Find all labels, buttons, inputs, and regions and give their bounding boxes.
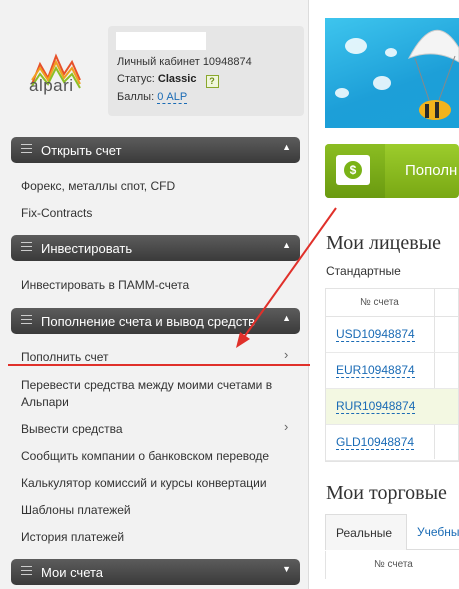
section-funding[interactable]: Пополнение счета и вывод средств ▲ — [11, 308, 300, 334]
main-content: $ Пополн Мои лицевые Стандартные № счета… — [309, 0, 459, 589]
chevron-right-icon[interactable]: › — [284, 347, 288, 362]
section-title: Пополнение счета и вывод средств — [41, 314, 256, 329]
menu-icon — [21, 315, 32, 326]
menu-item-pamm[interactable]: Инвестировать в ПАММ-счета — [21, 277, 189, 293]
account-tabs: Реальные Учебны — [325, 514, 459, 550]
tab-demo[interactable]: Учебны — [407, 514, 459, 550]
deposit-button[interactable]: $ Пополн — [325, 144, 459, 198]
accounts-table: № счета USD10948874 EUR10948874 RUR10948… — [325, 288, 459, 462]
trading-accounts-title: Мои торговые — [326, 482, 447, 504]
user-name-box — [116, 32, 206, 50]
help-icon[interactable]: ? — [205, 75, 219, 88]
section-my-accounts[interactable]: Мои счета ▼ — [11, 559, 300, 585]
dollar-icon: $ — [344, 161, 362, 179]
menu-item-transfer[interactable]: Перевести средства между моими счетами в — [21, 377, 272, 393]
menu-item-deposit[interactable]: Пополнить счет — [21, 349, 109, 365]
collapse-up-icon[interactable]: ▲ — [282, 240, 291, 250]
collapse-up-icon[interactable]: ▲ — [282, 313, 291, 323]
menu-item-templates[interactable]: Шаблоны платежей — [21, 502, 131, 518]
menu-icon — [21, 242, 32, 253]
table-row: RUR10948874 — [326, 389, 458, 425]
account-number-header: № счета — [360, 297, 399, 308]
menu-item-history[interactable]: История платежей — [21, 529, 124, 545]
standard-label: Стандартные — [326, 264, 401, 278]
table-row: EUR10948874 — [326, 353, 458, 389]
menu-icon — [21, 566, 32, 577]
account-number: Личный кабинет 10948874 — [117, 56, 252, 68]
table-header: № счета — [326, 289, 458, 317]
account-link-eur[interactable]: EUR10948874 — [336, 364, 415, 378]
section-title: Открыть счет — [41, 143, 122, 158]
personal-accounts-title: Мои лицевые — [326, 232, 442, 254]
expand-down-icon[interactable]: ▼ — [282, 564, 291, 574]
table-row: USD10948874 — [326, 317, 458, 353]
section-title: Инвестировать — [41, 241, 133, 256]
promo-banner[interactable] — [325, 18, 459, 128]
sidebar: alpari Личный кабинет 10948874 Статус: C… — [0, 0, 309, 589]
annotation-underline — [8, 364, 310, 366]
status-line: Статус: Classic ? — [117, 73, 219, 88]
parachute-bee-icon — [407, 29, 459, 120]
status-value: Classic — [157, 73, 197, 85]
section-open-account[interactable]: Открыть счет ▲ — [11, 137, 300, 163]
chevron-right-icon[interactable]: › — [284, 419, 288, 434]
account-link-gld[interactable]: GLD10948874 — [336, 436, 415, 450]
account-link-usd[interactable]: USD10948874 — [336, 328, 415, 342]
menu-item-calculator[interactable]: Калькулятор комиссий и курсы конвертации — [21, 475, 267, 491]
profile-card: Личный кабинет 10948874 Статус: Classic … — [108, 26, 304, 116]
section-title: Мои счета — [41, 565, 104, 580]
menu-item-bank-transfer[interactable]: Сообщить компании о банковском переводе — [21, 448, 269, 464]
logo-text: alpari — [29, 76, 74, 95]
points-link[interactable]: 0 ALP — [157, 91, 188, 104]
menu-icon — [21, 144, 32, 155]
status-label: Статус: — [117, 73, 155, 85]
account-number-header: № счета — [374, 559, 413, 570]
account-link-rur[interactable]: RUR10948874 — [336, 400, 416, 414]
trading-table-header: № счета — [325, 551, 459, 579]
menu-item-withdraw[interactable]: Вывести средства — [21, 421, 123, 437]
section-invest[interactable]: Инвестировать ▲ — [11, 235, 300, 261]
points-line: Баллы: 0 ALP — [117, 91, 188, 104]
wallet-icon: $ — [336, 155, 370, 185]
table-row: GLD10948874 — [326, 425, 458, 461]
points-label: Баллы: — [117, 91, 155, 103]
menu-item-transfer-line2[interactable]: Альпари — [21, 394, 69, 410]
collapse-up-icon[interactable]: ▲ — [282, 142, 291, 152]
menu-item-forex[interactable]: Форекс, металлы спот, CFD — [21, 178, 175, 194]
tab-real[interactable]: Реальные — [325, 514, 407, 550]
menu-item-fix-contracts[interactable]: Fix-Contracts — [21, 205, 92, 221]
deposit-button-label: Пополн — [405, 162, 458, 179]
